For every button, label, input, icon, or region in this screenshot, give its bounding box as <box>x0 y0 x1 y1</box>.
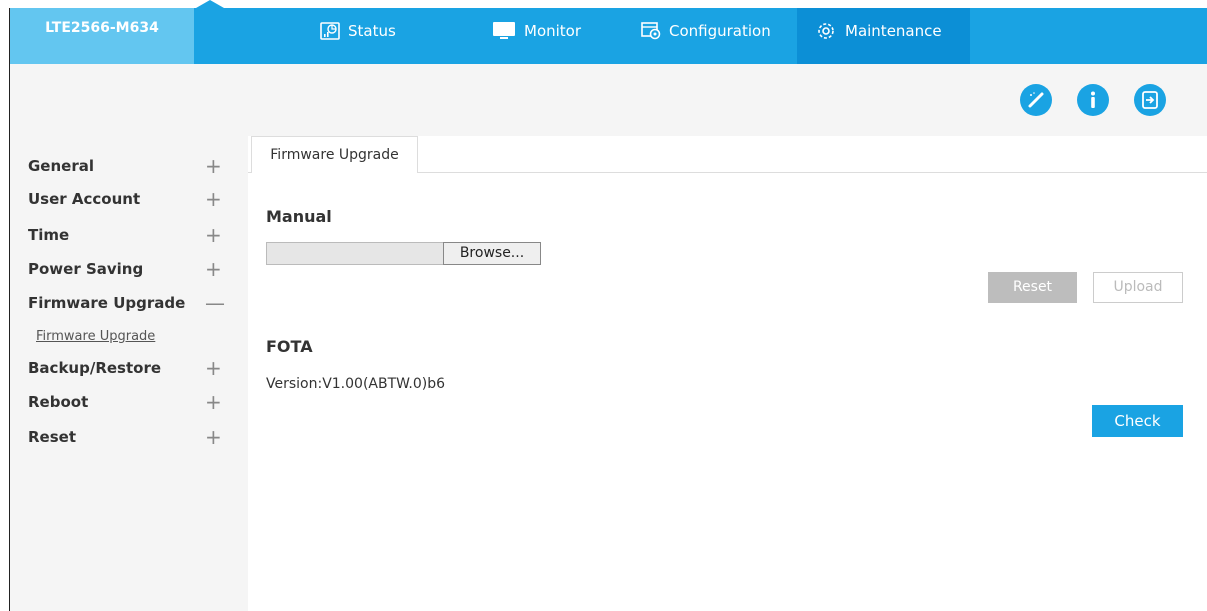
nav-status[interactable]: Status <box>320 8 430 64</box>
firmware-version: Version:V1.00(ABTW.0)b6 <box>266 376 445 392</box>
expand-icon[interactable]: + <box>205 427 222 447</box>
brand-notch <box>196 0 224 8</box>
expand-icon[interactable]: + <box>205 358 222 378</box>
tab-firmware-upgrade[interactable]: Firmware Upgrade <box>251 136 418 173</box>
sidebar-item-power-saving[interactable]: Power Saving <box>28 260 143 278</box>
brand-name: LTE2566-M634 <box>45 20 159 36</box>
sidebar-item-firmware-upgrade[interactable]: Firmware Upgrade <box>28 294 185 312</box>
top-strip <box>0 0 1207 8</box>
sidebar-subitem-firmware-upgrade[interactable]: Firmware Upgrade <box>36 329 155 344</box>
sidebar-item-backup-restore[interactable]: Backup/Restore <box>28 359 161 377</box>
sidebar-item-general[interactable]: General <box>28 157 94 175</box>
check-button[interactable]: Check <box>1092 405 1183 437</box>
nav-configuration-label: Configuration <box>669 22 771 40</box>
nav-maintenance[interactable]: Maintenance <box>797 8 970 64</box>
monitor-icon <box>492 22 516 40</box>
manual-section-title: Manual <box>266 207 332 226</box>
expand-icon[interactable]: + <box>205 156 222 176</box>
main-content <box>248 136 1207 611</box>
sidebar-item-reboot[interactable]: Reboot <box>28 393 88 411</box>
info-icon[interactable] <box>1077 84 1109 116</box>
nav-maintenance-label: Maintenance <box>845 22 942 40</box>
nav-configuration[interactable]: Configuration <box>641 8 791 64</box>
expand-icon[interactable]: + <box>205 259 222 279</box>
reset-button[interactable]: Reset <box>988 272 1077 303</box>
status-icon <box>320 22 340 40</box>
nav-monitor[interactable]: Monitor <box>492 8 602 64</box>
sidebar-item-user-account[interactable]: User Account <box>28 190 140 208</box>
expand-icon[interactable]: + <box>205 225 222 245</box>
logout-icon[interactable] <box>1134 84 1166 116</box>
expand-icon[interactable]: + <box>205 392 222 412</box>
file-path-field[interactable] <box>266 242 444 265</box>
maintenance-icon <box>815 20 837 42</box>
wizard-icon[interactable] <box>1020 84 1052 116</box>
browse-button[interactable]: Browse... <box>443 242 541 265</box>
nav-status-label: Status <box>348 22 396 40</box>
upload-button[interactable]: Upload <box>1093 272 1183 303</box>
nav-monitor-label: Monitor <box>524 22 582 40</box>
expand-icon[interactable]: + <box>205 189 222 209</box>
fota-section-title: FOTA <box>266 337 313 356</box>
sidebar-item-time[interactable]: Time <box>28 226 69 244</box>
configuration-icon <box>641 22 661 40</box>
sidebar-item-reset[interactable]: Reset <box>28 428 76 446</box>
collapse-icon[interactable]: — <box>205 293 225 313</box>
